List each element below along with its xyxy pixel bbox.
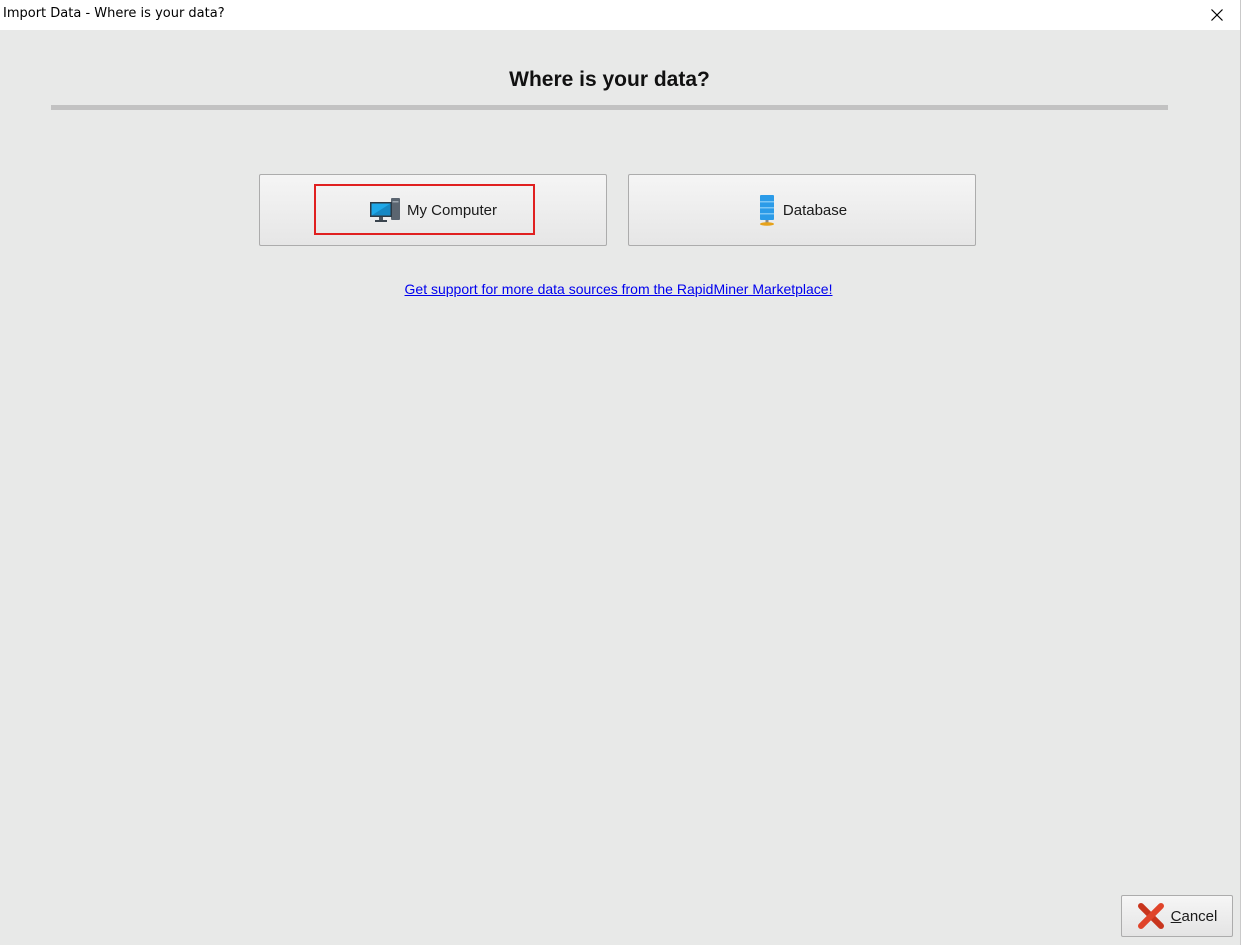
- window-title: Import Data - Where is your data?: [3, 6, 225, 21]
- title-bar: Import Data - Where is your data?: [0, 0, 1240, 30]
- my-computer-label: My Computer: [406, 201, 498, 219]
- close-button[interactable]: [1194, 0, 1240, 30]
- red-x-icon: [1137, 903, 1165, 929]
- dialog-content: Where is your data? My Computer Database…: [0, 30, 1240, 945]
- database-label: Database: [782, 201, 848, 219]
- database-button[interactable]: Database: [628, 174, 976, 246]
- marketplace-link-row: Get support for more data sources from t…: [0, 281, 1237, 297]
- marketplace-link[interactable]: Get support for more data sources from t…: [405, 281, 833, 297]
- close-icon: [1211, 9, 1223, 21]
- cancel-button[interactable]: Cancel: [1121, 895, 1233, 937]
- import-data-dialog: Import Data - Where is your data? Where …: [0, 0, 1241, 945]
- computer-icon: [369, 197, 401, 223]
- cancel-label: Cancel: [1171, 908, 1218, 925]
- heading-divider: [51, 105, 1168, 110]
- my-computer-button[interactable]: My Computer: [259, 174, 607, 246]
- database-icon: [757, 194, 777, 226]
- cancel-label-rest: ancel: [1181, 907, 1218, 925]
- cancel-mnemonic: C: [1170, 907, 1182, 925]
- page-title: Where is your data?: [509, 68, 710, 91]
